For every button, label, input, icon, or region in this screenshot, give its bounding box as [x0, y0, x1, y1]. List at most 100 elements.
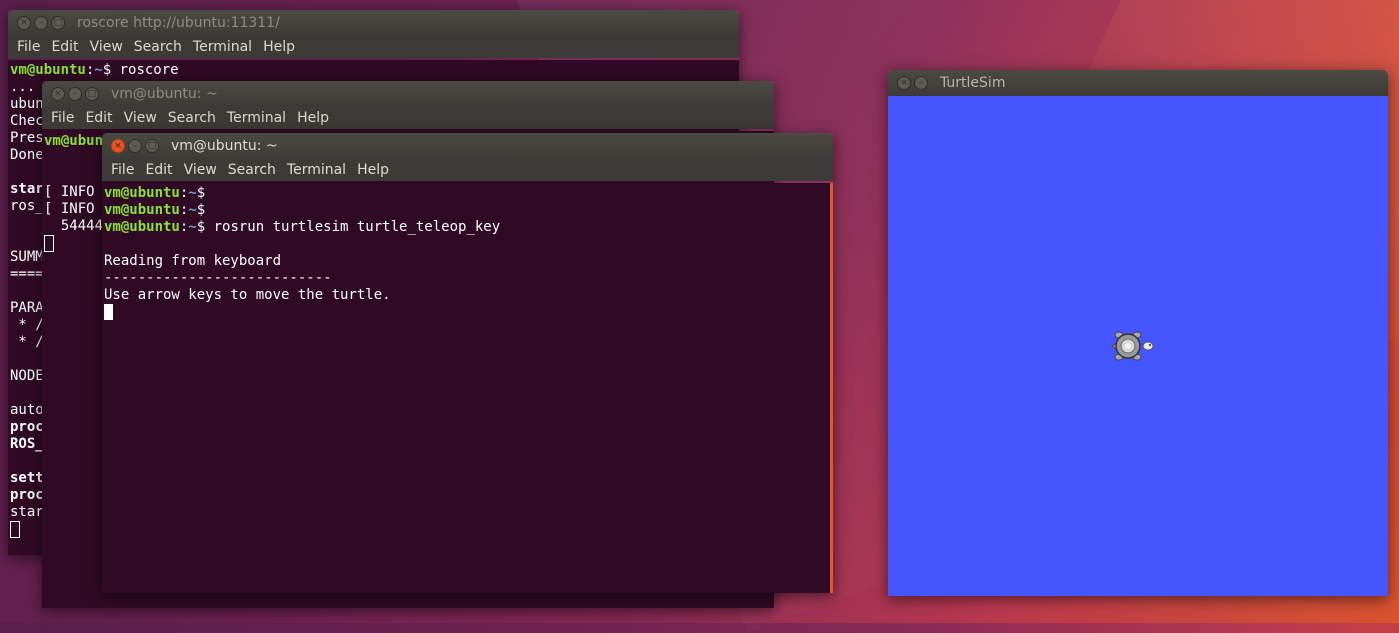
menu-view[interactable]: View	[89, 39, 129, 55]
prompt-command: $ rosrun turtlesim turtle_teleop_key	[196, 219, 501, 235]
titlebar[interactable]: × – □ vm@ubuntu: ~	[42, 81, 774, 107]
terminal-text: sett	[10, 470, 44, 486]
terminal-text: star	[10, 181, 44, 197]
terminal-text: * /	[10, 317, 44, 333]
maximize-icon[interactable]: □	[145, 139, 159, 153]
terminal-line: vm@ubuntu:~$	[104, 202, 833, 219]
terminal-text: ...	[10, 79, 36, 95]
window-title: vm@ubuntu: ~	[111, 86, 218, 102]
prompt-command: $	[196, 202, 206, 218]
terminal-text: Done	[10, 147, 44, 163]
terminal-text: ros_	[10, 198, 44, 214]
menu-view[interactable]: View	[123, 110, 163, 126]
terminal-line: Reading from keyboard	[104, 253, 833, 270]
prompt-command: $ roscore	[102, 62, 179, 78]
prompt-command: $	[196, 185, 206, 201]
menu-edit[interactable]: Edit	[50, 39, 84, 55]
prompt-user: vm@ubuntu	[104, 219, 180, 235]
terminal-text: * /	[10, 334, 44, 350]
terminal-cursor	[44, 235, 54, 252]
terminal-text: auto	[10, 402, 44, 418]
menu-view[interactable]: View	[183, 162, 223, 178]
terminal-line: ---------------------------	[104, 270, 833, 287]
terminal-text: Use arrow keys to move the turtle.	[104, 287, 391, 303]
close-icon[interactable]: ×	[897, 76, 911, 90]
terminal-text: SUMM	[10, 249, 44, 265]
prompt-user: vm@ubuntu	[104, 202, 180, 218]
terminal-text: NODE	[10, 368, 44, 384]
menu-file[interactable]: File	[16, 39, 46, 55]
teleop-terminal-window[interactable]: × – □ vm@ubuntu: ~ File Edit View Search…	[102, 133, 833, 593]
prompt-path: ~	[188, 185, 197, 201]
close-icon[interactable]: ×	[17, 16, 31, 30]
prompt-user: vm@ubuntu	[104, 185, 180, 201]
menu-edit[interactable]: Edit	[84, 110, 118, 126]
terminal-line	[104, 236, 833, 253]
turtle-icon	[1111, 331, 1154, 361]
terminal-line: vm@ubuntu:~$	[104, 185, 833, 202]
window-title: roscore http://ubuntu:11311/	[77, 15, 280, 31]
terminal-text: proc	[10, 487, 44, 503]
menu-search[interactable]: Search	[227, 162, 282, 178]
menu-terminal[interactable]: Terminal	[192, 39, 258, 55]
turtlesim-window[interactable]: × – TurtleSim	[888, 70, 1388, 596]
window-title: TurtleSim	[940, 75, 1006, 91]
menu-terminal[interactable]: Terminal	[226, 110, 292, 126]
menu-edit[interactable]: Edit	[144, 162, 178, 178]
terminal-text: star	[10, 504, 44, 520]
terminal-text: [ INFO	[44, 201, 95, 217]
menu-file[interactable]: File	[110, 162, 140, 178]
terminal-cursor	[104, 304, 113, 320]
menu-search[interactable]: Search	[133, 39, 188, 55]
terminal-text: [ INFO	[44, 184, 95, 200]
terminal-cursor-line	[104, 304, 833, 322]
terminal-text: ROS_	[10, 436, 44, 452]
titlebar[interactable]: × – □ vm@ubuntu: ~	[102, 133, 833, 159]
close-icon[interactable]: ×	[51, 87, 65, 101]
terminal-text: ---------------------------	[104, 270, 332, 286]
terminal-text: proc	[10, 419, 44, 435]
menu-terminal[interactable]: Terminal	[286, 162, 352, 178]
terminal-scrollbar[interactable]	[830, 183, 833, 593]
menubar: File Edit View Search Terminal Help	[42, 107, 774, 129]
maximize-icon[interactable]: □	[85, 87, 99, 101]
close-icon[interactable]: ×	[111, 139, 125, 153]
titlebar[interactable]: × – TurtleSim	[888, 70, 1388, 96]
window-title: vm@ubuntu: ~	[171, 138, 278, 154]
terminal-line: vm@ubuntu:~$ roscore	[10, 62, 739, 79]
menu-help[interactable]: Help	[296, 110, 335, 126]
minimize-icon[interactable]: –	[128, 139, 142, 153]
menu-search[interactable]: Search	[167, 110, 222, 126]
menubar: File Edit View Search Terminal Help	[102, 159, 833, 181]
terminal-text: ====	[10, 266, 44, 282]
menu-help[interactable]: Help	[356, 162, 395, 178]
menu-help[interactable]: Help	[262, 39, 301, 55]
prompt-path: ~	[188, 219, 197, 235]
minimize-icon[interactable]: –	[68, 87, 82, 101]
titlebar[interactable]: × – □ roscore http://ubuntu:11311/	[8, 10, 739, 36]
prompt-path: ~	[94, 62, 103, 78]
turtlesim-canvas	[888, 96, 1388, 596]
terminal-text: PARA	[10, 300, 44, 316]
terminal-output[interactable]: vm@ubuntu:~$ vm@ubuntu:~$ vm@ubuntu:~$ ros…	[102, 183, 833, 593]
terminal-text: Pres	[10, 130, 44, 146]
maximize-icon[interactable]: □	[51, 16, 65, 30]
prompt-user: vm@ubuntu	[10, 62, 86, 78]
terminal-text: Reading from keyboard	[104, 253, 282, 269]
terminal-text: Chec	[10, 113, 44, 129]
menu-file[interactable]: File	[50, 110, 80, 126]
terminal-line: Use arrow keys to move the turtle.	[104, 287, 833, 304]
minimize-icon[interactable]: –	[914, 76, 928, 90]
terminal-line: vm@ubuntu:~$ rosrun turtlesim turtle_tel…	[104, 219, 833, 236]
minimize-icon[interactable]: –	[34, 16, 48, 30]
terminal-cursor	[10, 521, 20, 538]
